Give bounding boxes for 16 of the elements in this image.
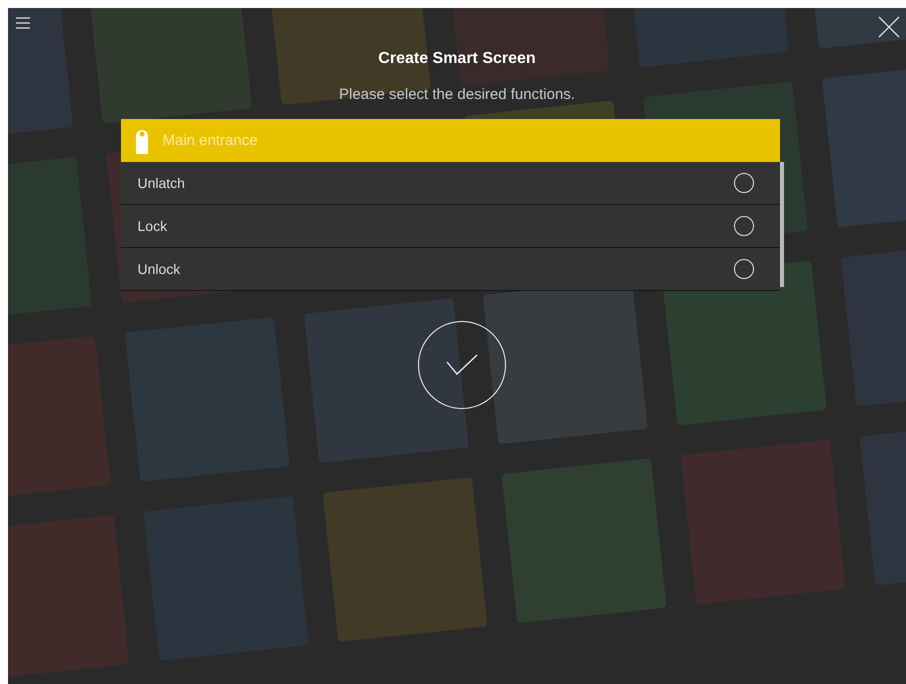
function-row[interactable]: Lock <box>120 205 780 248</box>
confirm-button[interactable] <box>418 321 506 409</box>
radio-button[interactable] <box>734 216 754 236</box>
group-label: Main entrance <box>162 132 258 149</box>
function-label: Unlock <box>138 261 180 277</box>
scrollbar[interactable] <box>780 162 784 287</box>
radio-button[interactable] <box>734 259 754 279</box>
function-label: Lock <box>138 218 168 234</box>
function-row[interactable]: Unlock <box>120 248 780 291</box>
checkmark-icon <box>446 354 478 376</box>
screen-title: Create Smart Screen <box>378 50 536 68</box>
radio-button[interactable] <box>734 173 754 193</box>
function-label: Unlatch <box>138 175 185 191</box>
instruction-text: Please select the desired functions. <box>339 86 575 103</box>
close-icon[interactable] <box>878 16 900 38</box>
function-row[interactable]: Unlatch <box>120 162 780 205</box>
